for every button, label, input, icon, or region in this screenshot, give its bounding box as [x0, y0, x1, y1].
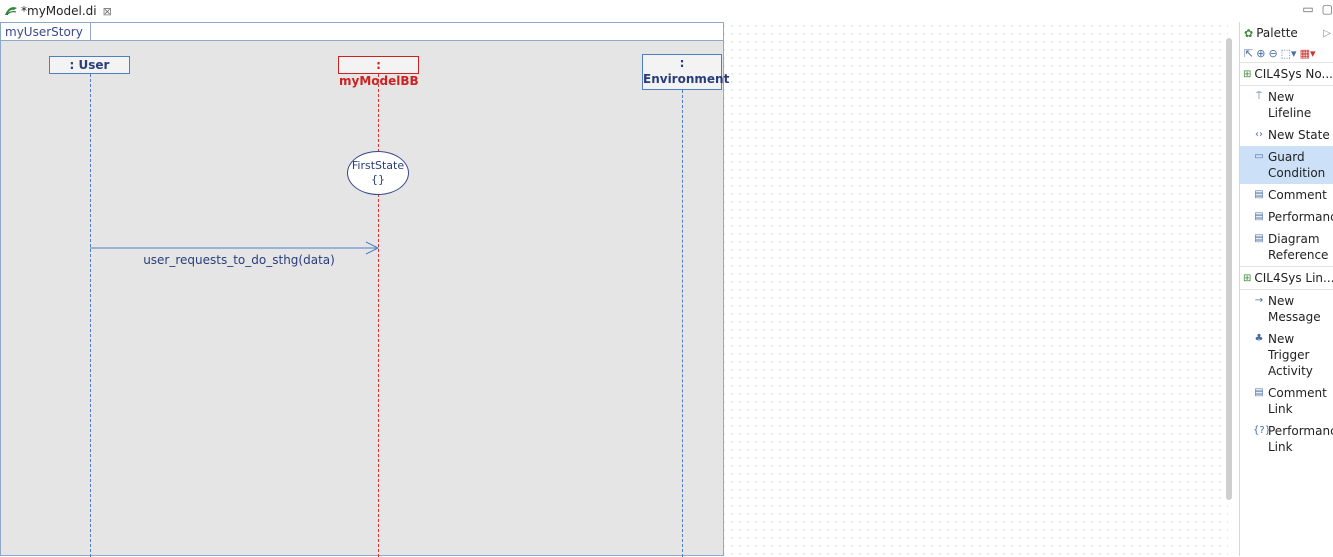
close-icon[interactable]: ⊠: [103, 5, 112, 18]
message-icon: →: [1254, 295, 1264, 306]
palette-header: ✿ Palette ▷: [1240, 22, 1333, 44]
minimize-icon[interactable]: ▭: [1302, 2, 1313, 16]
marquee-icon[interactable]: ⬚▾: [1281, 47, 1297, 60]
palette-item-new-trigger-activity[interactable]: ♣ New Trigger Activity: [1240, 328, 1333, 382]
palette-item-label: Diagram Reference: [1268, 232, 1329, 262]
collapse-palette-icon[interactable]: ▷: [1323, 28, 1333, 39]
lifeline-environment-head[interactable]: : Environment: [642, 54, 729, 90]
state-body: {}: [371, 173, 385, 186]
lifeline-environment-line[interactable]: [682, 90, 683, 557]
palette-item-performance[interactable]: ▤ Performance: [1240, 206, 1333, 228]
window-controls: ▭ ▢: [1302, 2, 1333, 16]
palette-item-new-lifeline[interactable]: ⍑ New Lifeline: [1240, 86, 1333, 124]
palette-item-comment[interactable]: ▤ Comment: [1240, 184, 1333, 206]
drawer-icon: ⊞: [1243, 272, 1252, 284]
palette-item-label: Guard Condition: [1268, 150, 1326, 180]
papyrus-diagram-icon: [5, 7, 17, 16]
editor-tab-title: *myModel.di: [21, 4, 97, 18]
comment-icon: ▤: [1254, 189, 1264, 200]
guard-icon: ▭: [1254, 151, 1264, 162]
editor-tab-bar: *myModel.di ⊠ ▭ ▢: [0, 0, 1333, 22]
diagram-reference-icon: ▤: [1254, 233, 1264, 244]
lifeline-user-head[interactable]: : User: [49, 56, 130, 74]
trigger-icon: ♣: [1254, 333, 1264, 344]
palette-item-diagram-reference[interactable]: ▤ Diagram Reference: [1240, 228, 1333, 266]
lifeline-icon: ⍑: [1256, 91, 1262, 102]
editor-tab[interactable]: *myModel.di ⊠: [0, 0, 116, 22]
palette-item-new-message[interactable]: → New Message: [1240, 290, 1333, 328]
zoom-in-icon[interactable]: ⊕: [1256, 47, 1265, 60]
message-label[interactable]: user_requests_to_do_sthg(data): [121, 253, 357, 267]
palette-icon: ✿: [1244, 26, 1254, 40]
select-icon[interactable]: ⇱: [1244, 47, 1253, 60]
drawer-label: CIL4Sys No...: [1254, 67, 1333, 81]
state-icon: ‹›: [1255, 129, 1263, 140]
palette-item-performance-link[interactable]: {?} Performance Link: [1240, 420, 1333, 458]
maximize-icon[interactable]: ▢: [1322, 2, 1333, 16]
performance-icon: ▤: [1254, 211, 1264, 222]
lifeline-mymodelbb-head[interactable]: : myModelBB: [338, 56, 419, 88]
layout-icon[interactable]: ▦▾: [1300, 47, 1316, 60]
palette-item-label: New Trigger Activity: [1268, 332, 1313, 378]
palette-panel: ✿ Palette ▷ ⇱ ⊕ ⊖ ⬚▾ ▦▾ ⊞ CIL4Sys No... …: [1239, 22, 1333, 556]
palette-item-label: New Message: [1268, 294, 1321, 324]
palette-item-label: New State: [1268, 128, 1330, 142]
performance-link-icon: {?}: [1253, 425, 1272, 436]
palette-toolbar: ⇱ ⊕ ⊖ ⬚▾ ▦▾: [1240, 44, 1333, 62]
palette-drawer-nodes[interactable]: ⊞ CIL4Sys No... ⌃: [1240, 62, 1333, 86]
state-name: FirstState: [351, 159, 405, 172]
message-arrow[interactable]: [90, 241, 380, 255]
comment-link-icon: ▤: [1254, 387, 1264, 398]
frame-title: myUserStory: [1, 23, 91, 41]
lifeline-user-line[interactable]: [90, 74, 91, 557]
interaction-frame[interactable]: myUserStory : User : myModelBB : Environ…: [0, 22, 729, 557]
lifeline-mymodelbb-line[interactable]: [378, 74, 379, 557]
palette-item-label: Performance Link: [1268, 424, 1333, 454]
palette-item-new-state[interactable]: ‹› New State: [1240, 124, 1333, 146]
palette-title: Palette: [1256, 26, 1298, 40]
drawer-label: CIL4Sys Lin...: [1254, 271, 1333, 285]
palette-item-comment-link[interactable]: ▤ Comment Link: [1240, 382, 1333, 420]
drawer-icon: ⊞: [1243, 68, 1252, 80]
frame-header-strip: [91, 23, 723, 41]
palette-item-label: Comment Link: [1268, 386, 1327, 416]
palette-item-guard-condition[interactable]: ▭ Guard Condition: [1240, 146, 1333, 184]
palette-drawer-links[interactable]: ⊞ CIL4Sys Lin... ⌃: [1240, 266, 1333, 290]
palette-item-label: Comment: [1268, 188, 1327, 202]
state-first-state[interactable]: FirstState {}: [347, 151, 409, 195]
vertical-scrollbar[interactable]: [1226, 38, 1232, 500]
zoom-out-icon[interactable]: ⊖: [1268, 47, 1277, 60]
palette-item-label: New Lifeline: [1268, 90, 1312, 120]
palette-item-label: Performance: [1268, 210, 1333, 224]
